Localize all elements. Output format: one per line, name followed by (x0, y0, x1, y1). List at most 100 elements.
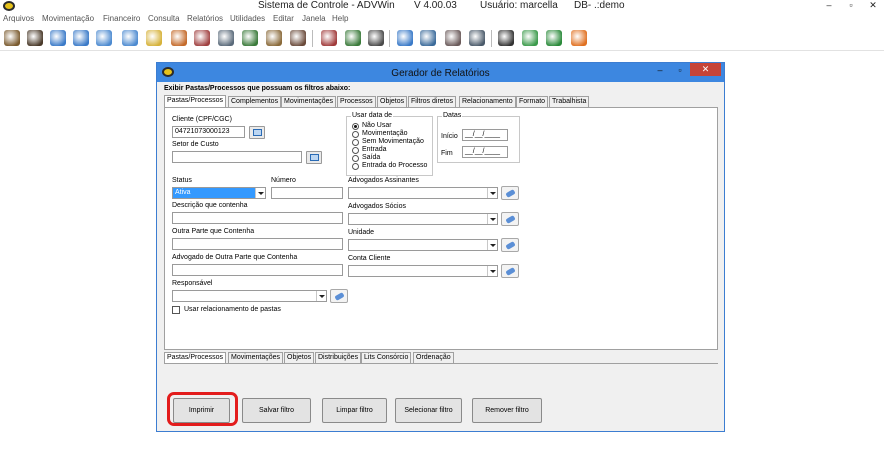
menu-editar[interactable]: Editar (273, 14, 294, 23)
unidade-label: Unidade (348, 229, 375, 236)
radio-movimentacao[interactable] (352, 131, 359, 138)
close-app-button[interactable]: ✕ (862, 0, 884, 13)
setor-lookup-button[interactable] (306, 151, 322, 164)
scales-icon[interactable] (321, 30, 337, 46)
unidade-clear-button[interactable] (501, 238, 519, 252)
unidade-select[interactable] (348, 239, 498, 251)
adv-assinantes-clear-button[interactable] (501, 186, 519, 200)
dialog-minimize-button[interactable]: – (653, 64, 667, 76)
folder-clock-icon[interactable] (420, 30, 436, 46)
filter-panel: Cliente (CPF/CGC) 04721073000123 Setor d… (164, 107, 718, 350)
adv-assinantes-select[interactable] (348, 187, 498, 199)
selecionar-filtro-button[interactable]: Selecionar filtro (395, 398, 462, 423)
chevron-down-icon[interactable] (255, 188, 265, 198)
menu-consulta[interactable]: Consulta (148, 14, 180, 23)
scales-2-icon[interactable] (345, 30, 361, 46)
scissors-icon[interactable] (498, 30, 514, 46)
cliente-field[interactable]: 04721073000123 (172, 126, 245, 138)
dialog-maximize-button[interactable]: ▫ (673, 64, 687, 76)
recycle-icon[interactable] (522, 30, 538, 46)
users-icon[interactable] (266, 30, 282, 46)
menu-movimentacao[interactable]: Movimentação (42, 14, 94, 23)
bottom-tab-objetos[interactable]: Objetos (284, 352, 315, 363)
toolbar (0, 26, 884, 51)
limpar-filtro-button[interactable]: Limpar filtro (322, 398, 387, 423)
menu-help[interactable]: Help (332, 14, 348, 23)
minimize-button[interactable]: – (818, 0, 840, 13)
tab-formato[interactable]: Formato (516, 96, 549, 107)
menu-arquivos[interactable]: Arquivos (3, 14, 34, 23)
chevron-down-icon[interactable] (316, 291, 326, 301)
menu-financeiro[interactable]: Financeiro (103, 14, 140, 23)
folder-refresh-icon[interactable] (50, 30, 66, 46)
menu-utilidades[interactable]: Utilidades (230, 14, 265, 23)
chevron-down-icon[interactable] (487, 188, 497, 198)
menu-janela[interactable]: Janela (302, 14, 326, 23)
cliente-label: Cliente (CPF/CGC) (172, 116, 232, 123)
folder-open-icon[interactable] (96, 30, 112, 46)
filter-heading: Exibir Pastas/Processos que possuam os f… (164, 85, 351, 92)
radio-entrada-processo[interactable] (352, 163, 359, 170)
responsavel-clear-button[interactable] (330, 289, 348, 303)
person-icon[interactable] (27, 30, 43, 46)
exit-icon[interactable] (571, 30, 587, 46)
chevron-down-icon[interactable] (487, 240, 497, 250)
conta-cliente-select[interactable] (348, 265, 498, 277)
conta-cliente-clear-button[interactable] (501, 264, 519, 278)
clock-icon[interactable] (397, 30, 413, 46)
report-generator-dialog: Gerador de Relatórios – ▫ ✕ Exibir Pasta… (156, 62, 725, 432)
adv-socios-select[interactable] (348, 213, 498, 225)
radio-entrada[interactable] (352, 147, 359, 154)
folder-refresh-2-icon[interactable] (73, 30, 89, 46)
archive-icon[interactable] (445, 30, 461, 46)
bottom-tab-movimentacoes[interactable]: Movimentações (228, 352, 284, 363)
descricao-field[interactable] (172, 212, 343, 224)
document-icon[interactable] (218, 30, 234, 46)
menu-relatorios[interactable]: Relatórios (187, 14, 223, 23)
contacts-icon[interactable] (194, 30, 210, 46)
usar-relacionamento-checkbox[interactable] (172, 306, 180, 314)
tab-objetos[interactable]: Objetos (377, 96, 408, 107)
salvar-filtro-button[interactable]: Salvar filtro (242, 398, 311, 423)
tab-movimentacoes[interactable]: Movimentações (281, 96, 337, 107)
tab-relacionamento[interactable]: Relacionamento (459, 96, 516, 107)
adv-socios-clear-button[interactable] (501, 212, 519, 226)
bottom-tab-ordenacao[interactable]: Ordenação (413, 352, 454, 363)
cliente-lookup-button[interactable] (249, 126, 265, 139)
check-icon[interactable] (242, 30, 258, 46)
tab-processos[interactable]: Processos (337, 96, 376, 107)
screen-icon[interactable] (469, 30, 485, 46)
status-select[interactable]: Ativa (172, 187, 266, 199)
advogado-outra-parte-field[interactable] (172, 264, 343, 276)
radio-saida[interactable] (352, 155, 359, 162)
tab-trabalhista[interactable]: Trabalhista (549, 96, 590, 107)
dialog-close-button[interactable]: ✕ (690, 63, 721, 76)
bottom-tab-lits-consorcio[interactable]: Lits Consórcio (361, 352, 412, 363)
folder-gear-icon[interactable] (122, 30, 138, 46)
tools-icon[interactable] (171, 30, 187, 46)
camera-icon[interactable] (368, 30, 384, 46)
outra-parte-field[interactable] (172, 238, 343, 250)
setor-field[interactable] (172, 151, 302, 163)
tab-pastas-processos[interactable]: Pastas/Processos (164, 95, 227, 107)
numero-field[interactable] (271, 187, 343, 199)
refresh-icon[interactable] (546, 30, 562, 46)
chevron-down-icon[interactable] (487, 266, 497, 276)
clients-icon[interactable] (4, 30, 20, 46)
bottom-tab-distribuicoes[interactable]: Distribuições (315, 352, 362, 363)
radio-sem-movimentacao[interactable] (352, 139, 359, 146)
numero-label: Número (271, 177, 296, 184)
remover-filtro-button[interactable]: Remover filtro (472, 398, 542, 423)
main-title-bar: Sistema de Controle - ADVWin V 4.00.03 U… (0, 0, 884, 13)
tab-complementos[interactable]: Complementos (228, 96, 282, 107)
inicio-date-field[interactable]: __/__/____ (462, 129, 508, 141)
group-icon[interactable] (290, 30, 306, 46)
chevron-down-icon[interactable] (487, 214, 497, 224)
fim-date-field[interactable]: __/__/____ (462, 146, 508, 158)
responsavel-select[interactable] (172, 290, 327, 302)
calendar-icon[interactable] (146, 30, 162, 46)
tab-filtros-diretos[interactable]: Filtros diretos (408, 96, 457, 107)
restore-button[interactable]: ▫ (840, 0, 862, 13)
radio-nao-usar[interactable] (352, 123, 359, 130)
descricao-label: Descrição que contenha (172, 202, 248, 209)
